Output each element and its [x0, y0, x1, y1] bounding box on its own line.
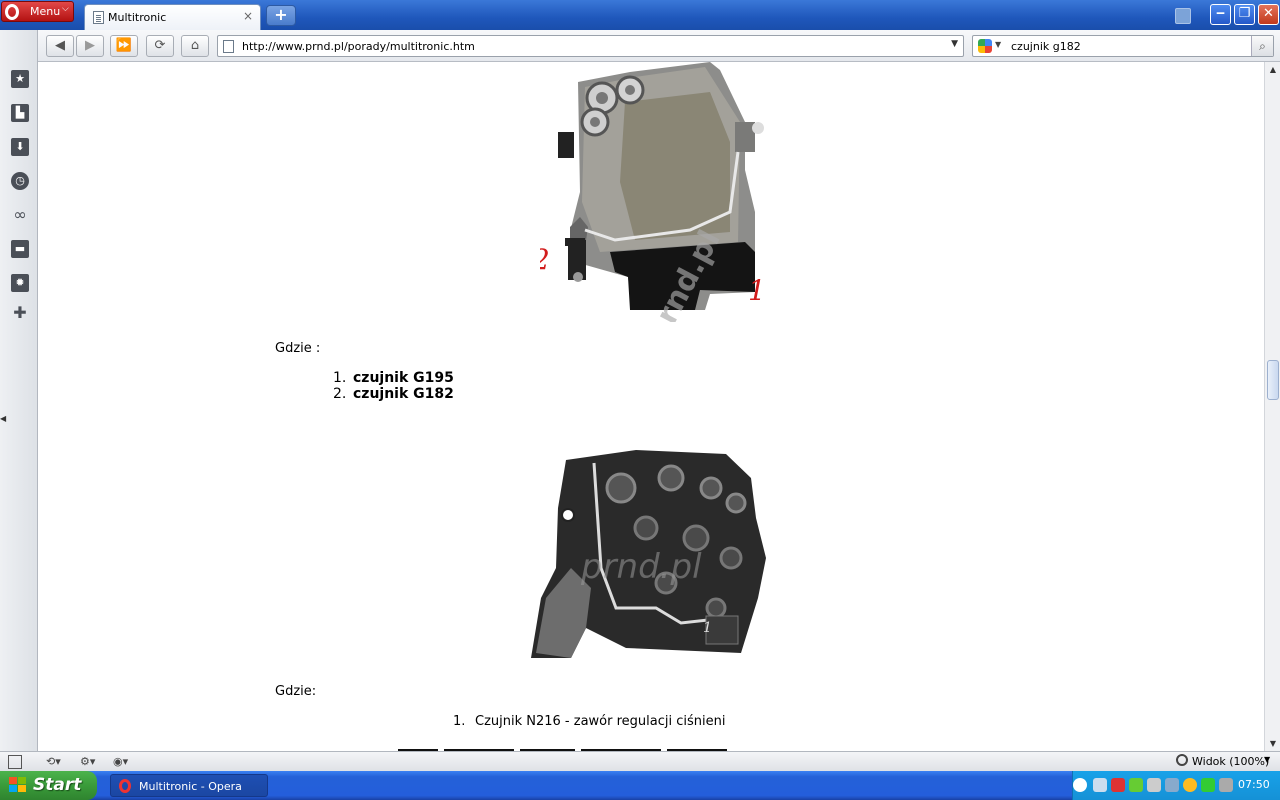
chevron-down-icon[interactable]: ▼	[1264, 755, 1270, 764]
new-tab-button[interactable]: +	[266, 5, 296, 26]
address-text[interactable]: http://www.prnd.pl/porady/multitronic.ht…	[242, 40, 475, 53]
chevron-down-icon[interactable]: ▼	[995, 40, 1001, 49]
google-icon[interactable]	[978, 39, 992, 53]
side-panel: ★ ▙ ⬇ ◷ ∞ ▬ ✹ ✚ ◀	[0, 30, 38, 751]
clock: 07:50	[1238, 778, 1270, 791]
links-icon[interactable]: ∞	[11, 206, 29, 224]
security-icon[interactable]	[1111, 778, 1125, 792]
chevron-down-icon[interactable]: ▼	[951, 39, 958, 49]
menu-label: Menu	[30, 5, 61, 18]
photo-label-1: 1	[748, 274, 766, 307]
fast-forward-button[interactable]: ⏩	[110, 35, 138, 57]
collapse-arrow-icon[interactable]: ◀	[0, 414, 6, 423]
tab-title: Multitronic	[108, 11, 167, 24]
wireless-icon[interactable]	[1219, 778, 1233, 792]
search-query[interactable]: czujnik g182	[1011, 40, 1081, 53]
vertical-scrollbar[interactable]: ▲ ▼	[1264, 62, 1280, 751]
photo-label-2: 2	[540, 243, 550, 276]
start-label: Start	[33, 775, 82, 795]
bookmarks-icon[interactable]: ★	[11, 70, 29, 88]
list-item: 1. Czujnik N216 - zawór regulacji ciśnien…	[453, 714, 726, 729]
home-button[interactable]: ⌂	[181, 35, 209, 57]
reload-button[interactable]: ⟳	[146, 35, 174, 57]
sync-icon[interactable]: ◉▾	[113, 755, 128, 769]
device-icon[interactable]	[1165, 778, 1179, 792]
address-bar[interactable]: http://www.prnd.pl/porady/multitronic.ht…	[217, 35, 964, 57]
mechatronic-photo: prnd.pl 2 1	[540, 62, 766, 322]
zoom-icon[interactable]	[1176, 754, 1188, 766]
opera-menu-button[interactable]: Menu ⌵	[1, 1, 74, 22]
close-window-button[interactable]: ✕	[1258, 4, 1279, 25]
minimize-button[interactable]: ‒	[1210, 4, 1231, 25]
unite-icon[interactable]: ⚙▾	[80, 755, 95, 769]
page-icon	[223, 40, 234, 53]
valve-body-photo: prnd.pl 1	[531, 450, 766, 658]
trash-icon[interactable]	[1175, 8, 1191, 24]
page-icon	[93, 11, 104, 24]
opera-logo-icon	[5, 4, 19, 20]
gdzie-heading-1: Gdzie :	[275, 341, 321, 356]
restore-button[interactable]: ❐	[1234, 4, 1255, 25]
chevron-down-icon: ⌵	[62, 4, 69, 14]
scroll-up-icon[interactable]: ▲	[1266, 62, 1280, 77]
scroll-thumb[interactable]	[1267, 360, 1279, 400]
taskbar-item-label: Multitronic - Opera	[139, 780, 242, 793]
zoom-label[interactable]: Widok (100%)	[1192, 755, 1269, 768]
search-icon[interactable]: ⌕	[1251, 36, 1273, 56]
taskbar-item-opera[interactable]: Multitronic - Opera	[110, 774, 268, 797]
history-icon[interactable]: ◷	[11, 172, 29, 190]
windows-logo-icon	[9, 777, 27, 794]
update-icon[interactable]	[1183, 778, 1197, 792]
notes-icon[interactable]: ▙	[11, 104, 29, 122]
signal-icon[interactable]	[1201, 778, 1215, 792]
close-tab-icon[interactable]: ×	[243, 9, 253, 23]
watermark-text: prnd.pl	[580, 547, 702, 587]
panel-toggle-icon[interactable]	[8, 755, 22, 769]
turbo-icon[interactable]: ⟲▾	[46, 755, 61, 769]
taskbar: Start Multitronic - Opera 07:50	[0, 771, 1280, 800]
messenger-icon[interactable]	[1129, 778, 1143, 792]
network-icon[interactable]	[1093, 778, 1107, 792]
list-item: 1. czujnik G195	[333, 370, 454, 386]
navigation-bar: ◀ ▶ ⏩ ⟳ ⌂ http://www.prnd.pl/porady/mult…	[38, 30, 1280, 62]
add-panel-icon[interactable]: ✚	[11, 304, 29, 322]
tab-multitronic[interactable]: Multitronic ×	[84, 4, 261, 30]
sensor-list-2: 1. Czujnik N216 - zawór regulacji ciśnien…	[453, 714, 725, 729]
tab-bar: Menu ⌵ Multitronic × + ‒ ❐ ✕	[0, 0, 1280, 30]
start-button[interactable]: Start	[0, 771, 97, 800]
downloads-icon[interactable]: ⬇	[11, 138, 29, 156]
panels-folder-icon[interactable]: ▬	[11, 240, 29, 258]
settings-gear-icon[interactable]: ✹	[11, 274, 29, 292]
photo-label-1: 1	[703, 620, 712, 636]
opera-icon	[119, 779, 131, 793]
speaker-icon[interactable]	[1147, 778, 1161, 792]
gdzie-heading-2: Gdzie:	[275, 684, 317, 699]
sensor-list-1: 1. czujnik G195 2. czujnik G182	[333, 370, 454, 402]
back-button[interactable]: ◀	[46, 35, 74, 57]
status-bar: ⟲▾ ⚙▾ ◉▾ Widok (100%) ▼	[0, 751, 1280, 771]
search-field[interactable]: ▼ czujnik g182 ⌕	[972, 35, 1274, 57]
forward-button[interactable]: ▶	[76, 35, 104, 57]
scroll-down-icon[interactable]: ▼	[1266, 736, 1280, 751]
list-item: 2. czujnik G182	[333, 386, 454, 402]
tray-expand-icon[interactable]	[1073, 778, 1087, 792]
